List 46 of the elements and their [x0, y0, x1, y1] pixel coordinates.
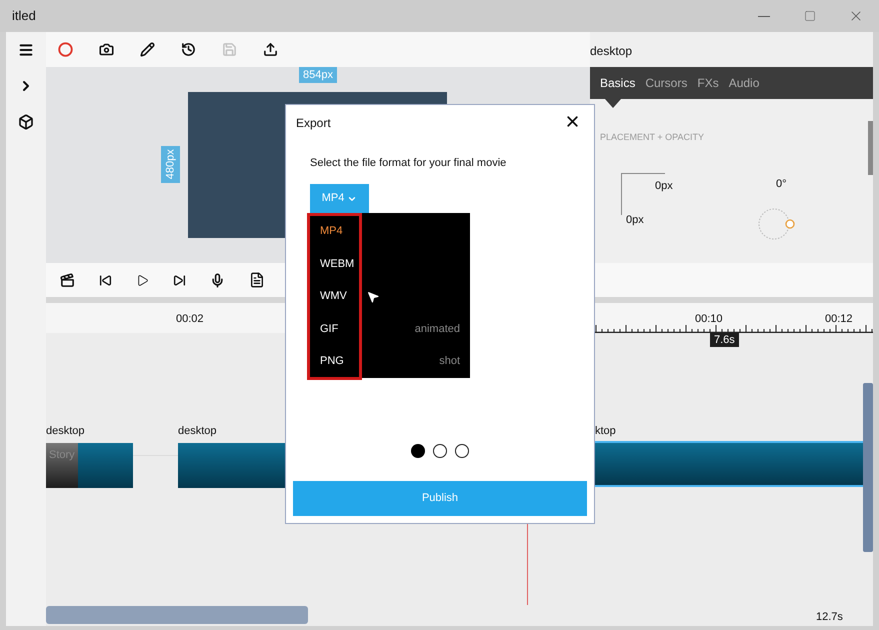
pencil-icon[interactable]: [140, 42, 155, 57]
horizontal-scrollbar[interactable]: [46, 606, 308, 624]
list-icon[interactable]: [249, 272, 265, 288]
record-icon[interactable]: [58, 42, 73, 57]
timeline-clip[interactable]: [595, 441, 863, 487]
format-option[interactable]: MP4: [310, 215, 470, 248]
clip-label: desktop: [178, 424, 217, 439]
time-label: 00:02: [176, 312, 204, 327]
duration-label: 12.7s: [816, 610, 843, 625]
y-value: 0px: [626, 213, 644, 228]
skip-back-icon[interactable]: [99, 274, 112, 286]
panel-tab[interactable]: Cursors: [645, 74, 688, 92]
format-prompt: Select the file format for your final movie: [310, 156, 506, 171]
window-title: itled: [12, 7, 36, 26]
microphone-icon[interactable]: [210, 272, 225, 288]
format-option[interactable]: PNG shot: [310, 345, 470, 378]
clip-label: ktop: [595, 424, 616, 439]
skip-forward-icon[interactable]: [173, 274, 186, 286]
playhead-time: 7.6s: [710, 333, 739, 347]
panel-tab[interactable]: Audio: [728, 74, 760, 92]
section-heading: PLACEMENT + OPACITY: [600, 131, 704, 144]
cube-icon[interactable]: [18, 114, 34, 130]
width-badge: 854px: [299, 67, 337, 83]
time-label: 00:12: [825, 312, 853, 327]
time-label: 00:10: [695, 312, 723, 327]
history-icon[interactable]: [181, 42, 196, 57]
vertical-scrollbar[interactable]: [863, 383, 873, 552]
x-value: 0px: [655, 179, 673, 194]
clip-label: desktop: [46, 424, 85, 439]
panel-scrollbar[interactable]: [868, 121, 873, 175]
format-option[interactable]: WMV: [310, 280, 470, 313]
panel-tab[interactable]: Basics: [600, 74, 636, 92]
menu-icon[interactable]: [18, 42, 34, 58]
format-option[interactable]: WEBM: [310, 248, 470, 280]
height-badge: 480px: [161, 146, 180, 183]
camera-icon[interactable]: [99, 42, 114, 57]
rotation-value: 0°: [776, 177, 787, 192]
dialog-title: Export: [296, 115, 331, 132]
cursor-icon: [366, 290, 380, 304]
scene-label: desktop: [590, 43, 632, 60]
panel-tab[interactable]: FXs: [697, 74, 719, 92]
play-icon[interactable]: [136, 274, 149, 286]
upload-icon[interactable]: [263, 42, 278, 57]
maximize-icon: [804, 10, 816, 22]
clapperboard-icon[interactable]: [60, 272, 75, 288]
format-option[interactable]: GIF animated: [310, 312, 470, 346]
